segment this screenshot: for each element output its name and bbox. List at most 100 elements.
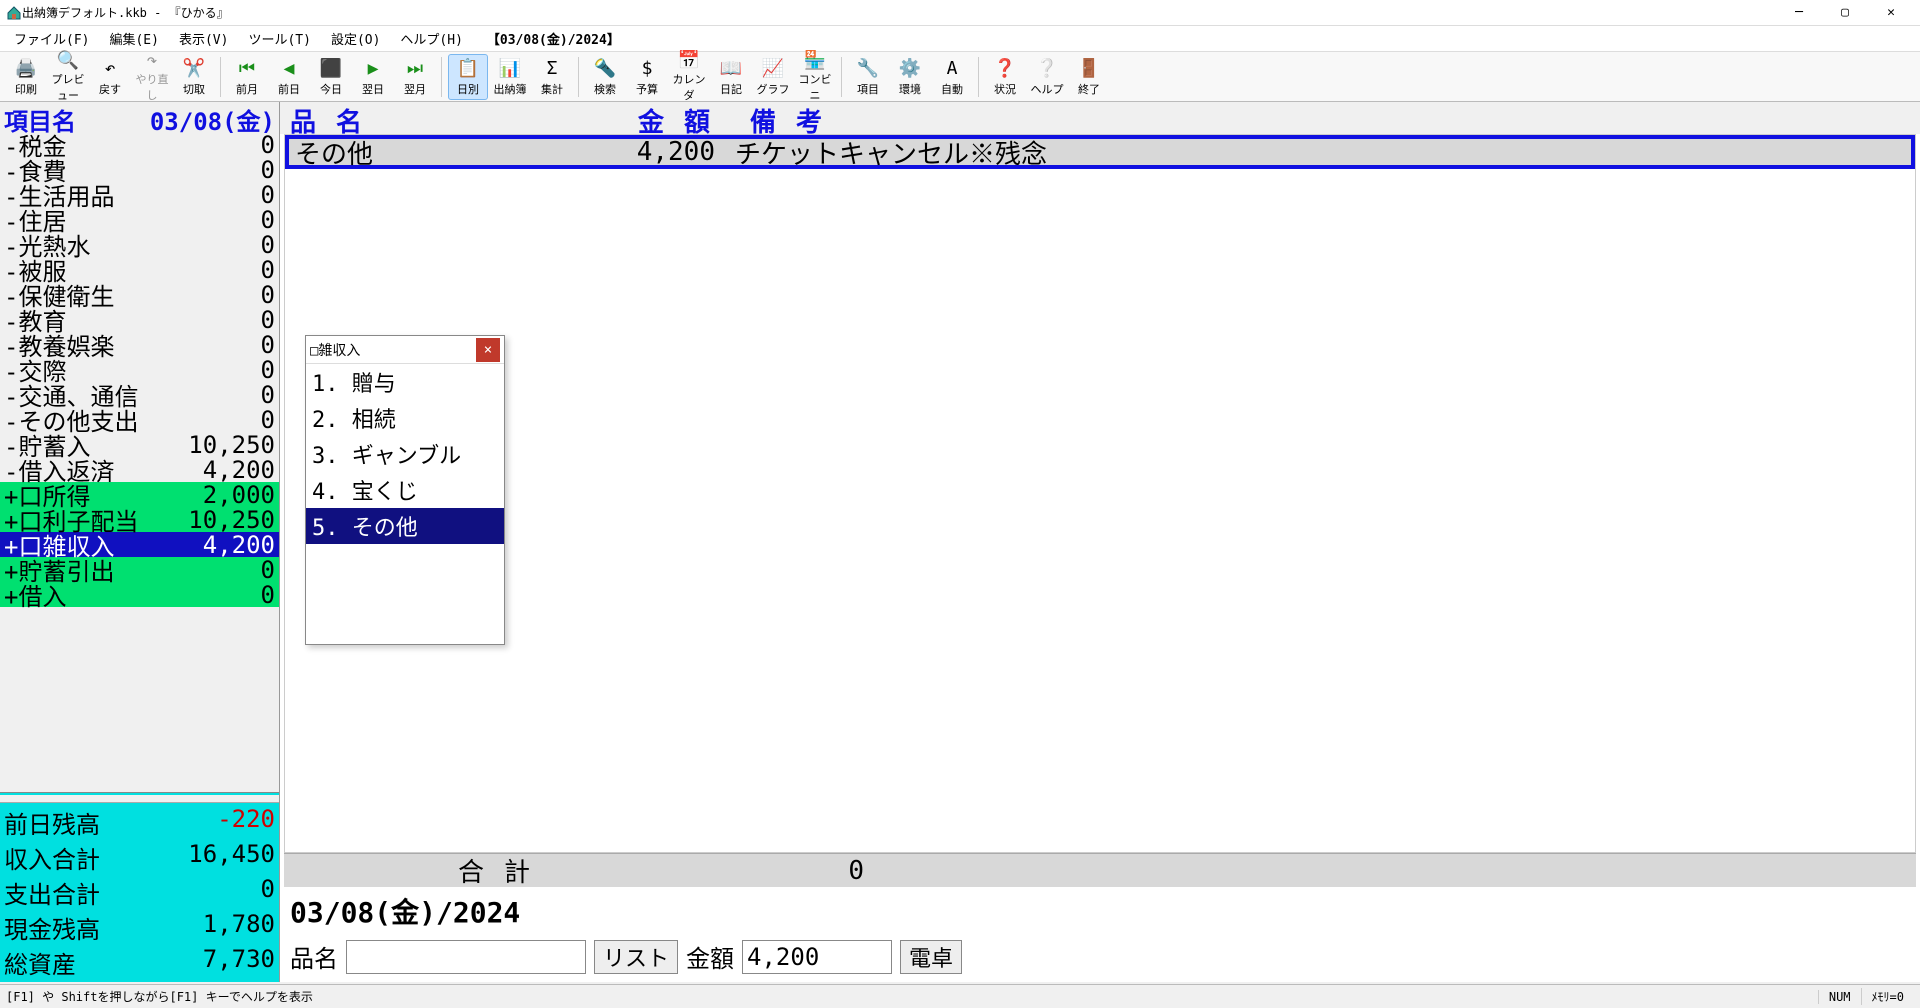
status-message: [F1] や Shiftを押しながら[F1] キーでヘルプを表示 [6, 988, 1818, 1005]
exit-icon: 🚪 [1078, 57, 1100, 81]
menu-help[interactable]: ヘルプ(H) [390, 29, 472, 48]
toolbar-label: 前日 [278, 81, 300, 97]
toolbar-label: 切取 [183, 81, 205, 97]
auto-icon: A [947, 57, 958, 81]
category-value: 0 [185, 406, 275, 434]
category-value: 10,250 [185, 506, 275, 534]
search-icon: 🔦 [594, 57, 616, 81]
toolbar-label: 環境 [899, 81, 921, 97]
toolbar-label: グラフ [757, 81, 790, 97]
redo-icon: ↷ [147, 50, 158, 71]
status-mem: ﾒﾓﾘ=0 [1861, 988, 1914, 1005]
cut-icon: ✂️ [183, 57, 205, 81]
summary-value: 1,780 [203, 910, 275, 945]
summary-label: 現金残高 [4, 910, 203, 945]
daily-icon: 📋 [457, 57, 479, 81]
toolbar-label: 今日 [320, 81, 342, 97]
window-title: 出納簿デフォルト.kkb - 『ひかる』 [22, 4, 1776, 21]
maximize-button[interactable]: ▢ [1822, 0, 1868, 26]
calculator-button[interactable]: 電卓 [900, 940, 962, 974]
toolbar-label: 印刷 [15, 81, 37, 97]
menu-tool[interactable]: ツール(T) [238, 29, 320, 48]
toolbar-auto-button[interactable]: A自動 [932, 54, 972, 100]
detail-row[interactable]: その他4,200チケットキャンセル※残念 [285, 135, 1915, 169]
item-icon: 🔧 [857, 57, 879, 81]
toolbar-item-button[interactable]: 🔧項目 [848, 54, 888, 100]
toolbar-label: 翌日 [362, 81, 384, 97]
popup-item[interactable]: 1. 贈与 [306, 364, 504, 400]
toolbar-redo-button[interactable]: ↷やり直し [132, 54, 172, 100]
toolbar-label: 日記 [720, 81, 742, 97]
close-button[interactable]: ✕ [1868, 0, 1914, 26]
toolbar-label: 前月 [236, 81, 258, 97]
app-icon [6, 5, 22, 21]
category-value: 0 [185, 156, 275, 184]
summary-icon: Σ [547, 57, 558, 81]
summary-value: 7,730 [203, 945, 275, 980]
menu-setting[interactable]: 設定(O) [321, 29, 390, 48]
category-value: 0 [185, 356, 275, 384]
toolbar-prev-day-button[interactable]: ◀前日 [269, 54, 309, 100]
category-value: 0 [185, 306, 275, 334]
summary-value: 0 [261, 875, 275, 910]
summary-value: 16,450 [188, 840, 275, 875]
undo-icon: ↶ [105, 57, 116, 81]
menu-view[interactable]: 表示(V) [169, 29, 238, 48]
category-value: 0 [185, 331, 275, 359]
category-value: 2,000 [185, 481, 275, 509]
category-value: 0 [185, 556, 275, 584]
menu-file[interactable]: ファイル(F) [4, 29, 99, 48]
summary-row: 現金残高1,780 [4, 910, 275, 945]
toolbar-label: ヘルプ [1031, 81, 1064, 97]
toolbar-convini-button[interactable]: 🏪コンビニ [795, 54, 835, 100]
summary-row: 支出合計0 [4, 875, 275, 910]
toolbar-budget-button[interactable]: $予算 [627, 54, 667, 100]
detail-cell: チケットキャンセル※残念 [715, 134, 1905, 171]
misc-income-popup: □雑収入 × 1. 贈与2. 相続3. ギャンブル4. 宝くじ5. その他 [305, 335, 505, 645]
summary-label: 支出合計 [4, 875, 261, 910]
toolbar-daily-button[interactable]: 📋日別 [448, 54, 488, 100]
popup-item[interactable]: 3. ギャンブル [306, 436, 504, 472]
toolbar-search-button[interactable]: 🔦検索 [585, 54, 625, 100]
toolbar-status-button[interactable]: ❓状況 [985, 54, 1025, 100]
toolbar-cut-button[interactable]: ✂️切取 [174, 54, 214, 100]
toolbar-env-button[interactable]: ⚙️環境 [890, 54, 930, 100]
popup-item[interactable]: 4. 宝くじ [306, 472, 504, 508]
toolbar-graph-button[interactable]: 📈グラフ [753, 54, 793, 100]
toolbar-undo-button[interactable]: ↶戻す [90, 54, 130, 100]
menubar: ファイル(F) 編集(E) 表示(V) ツール(T) 設定(O) ヘルプ(H) … [0, 26, 1920, 52]
toolbar-label: 戻す [99, 81, 121, 97]
toolbar-exit-button[interactable]: 🚪終了 [1069, 54, 1109, 100]
toolbar-ledger-button[interactable]: 📊出納簿 [490, 54, 530, 100]
toolbar-diary-button[interactable]: 📖日記 [711, 54, 751, 100]
toolbar-calendar-button[interactable]: 📅カレンダ [669, 54, 709, 100]
toolbar-preview-button[interactable]: 🔍プレビュー [48, 54, 88, 100]
total-value: 0 [714, 856, 864, 886]
detail-header: 品名 金額 備考 [280, 102, 1920, 134]
toolbar-today-button[interactable]: ⬛今日 [311, 54, 351, 100]
detail-body[interactable]: その他4,200チケットキャンセル※残念 □雑収入 × 1. 贈与2. 相続3.… [284, 134, 1916, 853]
minimize-button[interactable]: ─ [1776, 0, 1822, 26]
entry-name-label: 品名 [290, 939, 338, 974]
toolbar-next-month-button[interactable]: ⏭翌月 [395, 54, 435, 100]
list-button[interactable]: リスト [594, 940, 678, 974]
entry-name-input[interactable] [346, 940, 586, 974]
toolbar-next-day-button[interactable]: ▶翌日 [353, 54, 393, 100]
popup-item[interactable]: 2. 相続 [306, 400, 504, 436]
popup-close-button[interactable]: × [476, 338, 500, 362]
summary-label: 前日残高 [4, 805, 217, 840]
toolbar-help2-button[interactable]: ❔ヘルプ [1027, 54, 1067, 100]
popup-item[interactable]: 5. その他 [306, 508, 504, 544]
toolbar-prev-month-button[interactable]: ⏮前月 [227, 54, 267, 100]
entry-amount-input[interactable] [742, 940, 892, 974]
category-row[interactable]: +借入0 [0, 582, 279, 607]
toolbar-summary-button[interactable]: Σ集計 [532, 54, 572, 100]
graph-icon: 📈 [762, 57, 784, 81]
toolbar-print-button[interactable]: 🖨️印刷 [6, 54, 46, 100]
status-num: NUM [1818, 990, 1861, 1004]
detail-cell: 4,200 [565, 137, 715, 167]
convini-icon: 🏪 [804, 50, 826, 71]
menu-edit[interactable]: 編集(E) [99, 29, 168, 48]
category-list[interactable]: -税金0-食費0-生活用品0-住居0-光熱水0-被服0-保健衛生0-教育0-教養… [0, 132, 279, 792]
help2-icon: ❔ [1036, 57, 1058, 81]
